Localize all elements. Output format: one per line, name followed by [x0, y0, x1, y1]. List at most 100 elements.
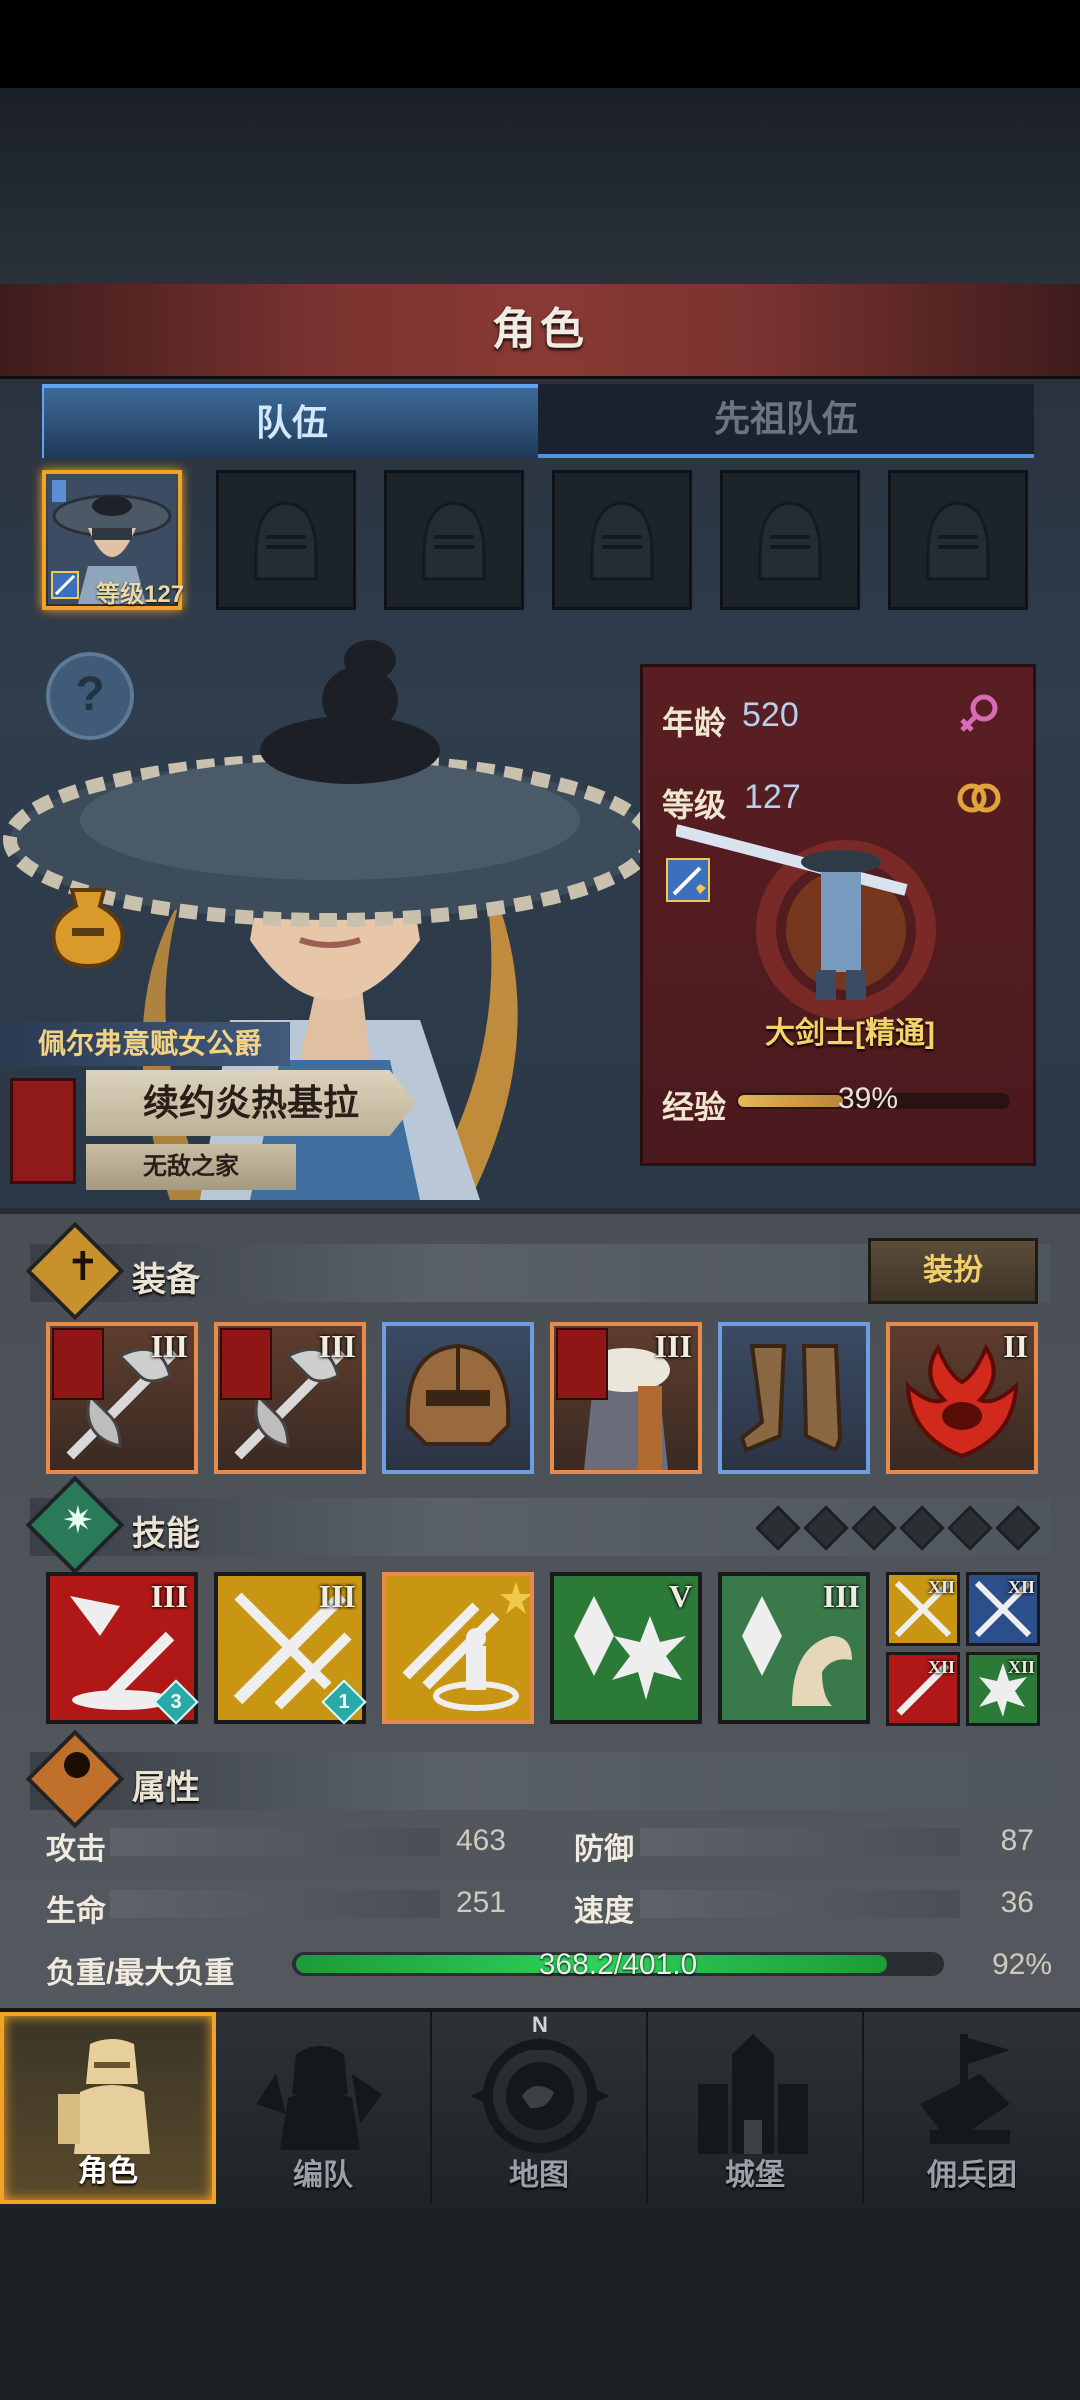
empty-helmet-icon — [758, 501, 822, 581]
party-slot-empty[interactable] — [720, 470, 860, 610]
party-slot-empty[interactable] — [216, 470, 356, 610]
status-bar-area — [0, 0, 1080, 88]
guild-name: 无敌之家 — [86, 1144, 296, 1190]
party-slot-empty[interactable] — [888, 470, 1028, 610]
equipment-title: 装备 — [132, 1261, 200, 1299]
party-slot-empty[interactable] — [552, 470, 692, 610]
passive-skill-3[interactable]: XII — [886, 1652, 960, 1726]
tab-team[interactable]: 队伍 — [42, 384, 542, 458]
nav-map[interactable]: N 地图 — [432, 2012, 648, 2204]
nav-label: 地图 — [509, 2159, 569, 2192]
equipment-slot-weapon-1[interactable]: III — [46, 1322, 198, 1474]
person-glyph-head — [64, 1752, 90, 1778]
nav-mercenary[interactable]: 佣兵团 — [864, 2012, 1080, 2204]
exp-label: 经验 — [662, 1089, 727, 1125]
banner-flag-icon — [220, 1328, 272, 1400]
empty-helmet-icon — [254, 501, 318, 581]
skill-slot-1[interactable]: III 3 — [46, 1572, 199, 1725]
knight-icon — [58, 2039, 150, 2154]
tier-label: III — [822, 1578, 860, 1614]
tier-label: III — [150, 1578, 188, 1614]
skill-slot-4[interactable]: V — [550, 1572, 702, 1724]
passive-skill-4[interactable]: XII — [966, 1652, 1040, 1726]
page-title: 角色 — [492, 305, 588, 354]
party-slot-empty[interactable] — [384, 470, 524, 610]
castle-icon — [698, 2034, 808, 2154]
empty-helmet-icon — [926, 501, 990, 581]
sword-summon-icon — [402, 1582, 532, 1711]
attack-value: 463 — [455, 1824, 506, 1857]
potion-icon[interactable] — [42, 880, 134, 972]
nav-label: 佣兵团 — [927, 2159, 1017, 2192]
speed-value: 36 — [1000, 1886, 1034, 1919]
attack-label: 攻击 — [46, 1833, 106, 1866]
load-percent: 92% — [991, 1948, 1052, 1981]
tier-label: III — [150, 1328, 188, 1364]
nav-castle[interactable]: 城堡 — [648, 2012, 864, 2204]
party-slot-level: 等级127 — [96, 581, 185, 608]
tab-ancestor-team[interactable]: 先祖队伍 — [538, 384, 1034, 458]
age-value: 520 — [742, 696, 799, 734]
tier-label: II — [1003, 1328, 1028, 1364]
passive-skill-1[interactable]: XII — [886, 1572, 960, 1646]
boots-icon — [739, 1344, 843, 1453]
empty-helmet-icon — [422, 501, 486, 581]
formation-icon — [256, 2046, 382, 2150]
speed-bar — [640, 1890, 960, 1918]
age-label: 年龄 — [662, 705, 727, 741]
top-strip — [0, 88, 1080, 284]
class-name: 大剑士[精通] — [765, 1017, 935, 1050]
nav-formation[interactable]: 编队 — [216, 2012, 432, 2204]
exp-percent: 39% — [838, 1082, 899, 1115]
nav-label: 城堡 — [725, 2159, 785, 2192]
equipment-slot-helmet[interactable] — [382, 1322, 534, 1474]
defense-value: 87 — [1000, 1824, 1034, 1857]
defense-bar — [640, 1828, 960, 1856]
hero-title: 佩尔弗意赋女公爵 — [0, 1022, 290, 1066]
tier-label: V — [668, 1578, 692, 1614]
passive-skill-2[interactable]: XII — [966, 1572, 1040, 1646]
compass-map-icon — [470, 2036, 610, 2153]
skill-slot-5[interactable]: III — [718, 1572, 870, 1724]
nav-label: 编队 — [293, 2159, 353, 2192]
exp-bar-fill — [738, 1095, 843, 1107]
defense-label: 防御 — [574, 1833, 634, 1866]
banner-flag-icon — [52, 1328, 104, 1400]
hp-value: 251 — [455, 1886, 506, 1919]
star-glyph: ✷ — [62, 1500, 94, 1542]
tier-label: III — [318, 1578, 356, 1614]
system-nav-area — [0, 2208, 1080, 2400]
female-gender-icon — [960, 694, 998, 732]
level-value: 127 — [744, 778, 801, 816]
cross-glyph: ✝ — [66, 1245, 100, 1289]
tier-label: XII — [927, 1577, 955, 1597]
skill-slot-3[interactable] — [382, 1572, 534, 1724]
compass-north: N — [532, 2012, 548, 2037]
helmet-icon — [405, 1343, 511, 1446]
guild-banner-icon — [10, 1078, 76, 1184]
attributes-title: 属性 — [132, 1769, 200, 1807]
tier-label: XII — [927, 1657, 955, 1677]
mercenary-icon — [920, 2034, 1010, 2144]
passive-skill-grid: XII XII XII XII — [886, 1572, 1042, 1728]
tier-label: XII — [1007, 1577, 1035, 1597]
rings-icon[interactable] — [954, 776, 1004, 818]
load-label: 负重/最大负重 — [46, 1957, 235, 1990]
hero-name[interactable]: 续约炎热基拉 — [86, 1070, 416, 1136]
nav-character[interactable]: 角色 — [0, 2012, 216, 2204]
equipment-slot-weapon-2[interactable]: III — [214, 1322, 366, 1474]
equipment-slot-armor[interactable]: III — [550, 1322, 702, 1474]
outfit-button[interactable]: 装扮 — [868, 1238, 1038, 1304]
hp-label: 生命 — [46, 1895, 106, 1928]
nav-label: 角色 — [78, 2155, 138, 2188]
equipment-slot-boots[interactable] — [718, 1322, 870, 1474]
speed-label: 速度 — [574, 1895, 634, 1928]
skill-slot-2[interactable]: III 1 — [214, 1572, 367, 1725]
banner-flag-icon — [556, 1328, 608, 1400]
tier-label: XII — [1007, 1657, 1035, 1677]
help-button[interactable]: ? — [46, 652, 134, 740]
equipment-slot-emblem[interactable]: II — [886, 1322, 1038, 1474]
load-value: 368.2/401.0 — [538, 1948, 698, 1981]
tier-label: III — [654, 1328, 692, 1364]
skills-title: 技能 — [132, 1515, 200, 1553]
